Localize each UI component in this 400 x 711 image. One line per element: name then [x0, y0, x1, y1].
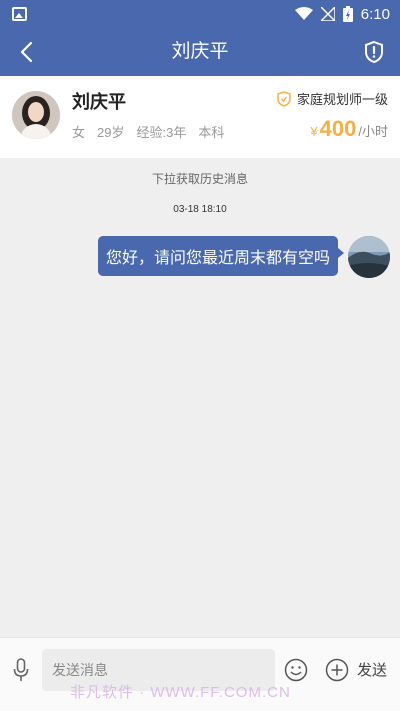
send-button[interactable]: 发送: [357, 659, 387, 680]
alert-shield-icon: [365, 40, 383, 64]
landscape-image: [348, 236, 390, 278]
my-avatar[interactable]: [348, 236, 390, 278]
status-bar: 6:10: [0, 0, 400, 28]
experience-label: 经验:3年: [136, 125, 187, 140]
consultant-name: 刘庆平: [72, 92, 126, 112]
page-title: 刘庆平: [171, 41, 229, 62]
education-label: 本科: [198, 125, 225, 140]
add-attachment-icon[interactable]: [325, 658, 349, 682]
message-row: 您好，请问您最近周末都有空吗: [97, 236, 390, 278]
back-button[interactable]: [12, 38, 40, 66]
message-timestamp: 03-18 18:10: [173, 204, 227, 215]
no-signal-icon: [320, 7, 335, 21]
price-currency: ¥: [310, 124, 318, 139]
hourly-price: ¥ 400 /小时: [310, 116, 388, 142]
status-time: 6:10: [360, 5, 390, 23]
wifi-icon: [294, 7, 313, 20]
message-input-bar: 发送 非凡软件 · WWW.FF.COM.CN: [0, 637, 400, 711]
sent-message-bubble[interactable]: 您好，请问您最近周末都有空吗: [97, 236, 345, 276]
voice-button[interactable]: [10, 656, 32, 684]
consultant-profile-card[interactable]: 刘庆平 女 29岁 经验:3年 本科 家庭规划师一级 ¥ 400 /小时: [0, 76, 400, 158]
age-label: 29岁: [97, 125, 125, 140]
portrait-image: [12, 91, 60, 139]
gallery-notification-icon: [12, 7, 27, 21]
chevron-left-icon: [20, 41, 33, 63]
microphone-icon: [13, 658, 29, 681]
load-history-hint[interactable]: 下拉获取历史消息: [0, 170, 400, 187]
certification-label: 家庭规划师一级: [296, 92, 388, 107]
price-amount: 400: [319, 116, 357, 141]
battery-charging-icon: [342, 6, 353, 22]
emoji-icon[interactable]: [284, 658, 308, 682]
certification-badge: 家庭规划师一级: [277, 89, 388, 108]
consultant-avatar[interactable]: [12, 91, 60, 139]
price-unit: /小时: [358, 124, 388, 139]
top-nav-bar: 刘庆平: [0, 28, 400, 76]
report-button[interactable]: [360, 38, 388, 66]
gender-label: 女: [72, 125, 86, 140]
watermark-text: 非凡软件 · WWW.FF.COM.CN: [70, 684, 291, 701]
certificate-shield-icon: [277, 90, 291, 107]
consultant-meta: 女 29岁 经验:3年 本科: [72, 122, 224, 141]
